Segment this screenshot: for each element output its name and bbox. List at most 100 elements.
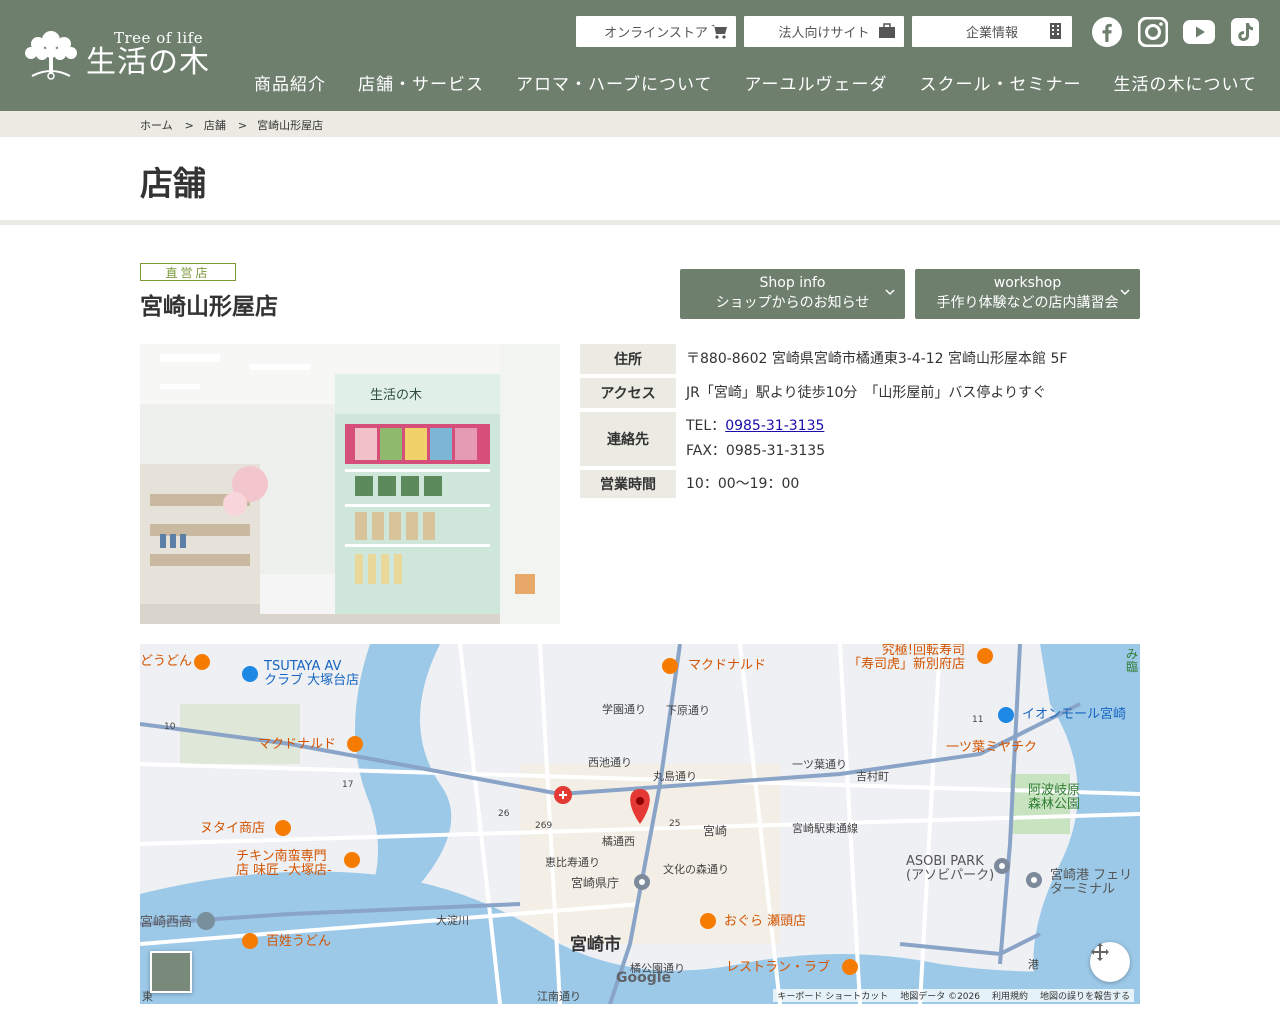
- map-label-yoshimura: 吉村町: [856, 770, 889, 783]
- map-label-chicken: チキン南蛮専門 店 味匠 -大塚店-: [236, 849, 332, 878]
- nav-stores-services[interactable]: 店舗・サービス: [358, 70, 484, 95]
- facebook-icon[interactable]: [1091, 16, 1123, 48]
- briefcase-icon: [879, 23, 895, 38]
- workshop-label-jp: 手作り体験などの店内講習会: [936, 295, 1119, 311]
- map-label-hyakusho: 百姓うどん: [266, 934, 332, 949]
- map-label-mcdonalds-left: マクドナルド: [258, 737, 337, 752]
- fax-value: FAX：0985-31-3135: [686, 443, 826, 459]
- map-label-rin: 臨: [1126, 660, 1139, 674]
- breadcrumb-home[interactable]: ホーム: [140, 117, 173, 133]
- road-shield-26: 26: [498, 809, 510, 819]
- map-label-miyazaki-nishi: 宮崎西高: [140, 915, 193, 930]
- building-icon: [1050, 23, 1061, 39]
- chevron-down-icon: [885, 289, 895, 296]
- tiktok-icon[interactable]: [1229, 16, 1261, 48]
- tree-logo-icon: [25, 31, 77, 80]
- page-title-band: 店舗: [0, 137, 1280, 225]
- youtube-icon[interactable]: [1183, 16, 1215, 48]
- report-error-link[interactable]: 地図の誤りを報告する: [1040, 989, 1130, 1002]
- map-label-shimohara: 下原通り: [666, 704, 710, 717]
- map-label-nishiike: 西池通り: [588, 756, 632, 769]
- corporate-site-link[interactable]: 法人向けサイト: [744, 16, 904, 47]
- shop-info-button[interactable]: Shop info ショップからのお知らせ: [680, 269, 905, 319]
- nav-about[interactable]: 生活の木について: [1113, 70, 1257, 95]
- map-label-eki-higashi: 宮崎駅東通線: [792, 822, 858, 835]
- shop-info-label-en: Shop info: [759, 275, 826, 291]
- site-header: Tree of life 生活の木 オンラインストア 法人向けサイト 企業情報: [0, 0, 1280, 111]
- shop-info-label-jp: ショップからのお知らせ: [715, 295, 870, 311]
- keyboard-shortcuts-link[interactable]: キーボード ショートカット: [777, 989, 888, 1002]
- map-label-nutai: ヌタイ商店: [200, 821, 266, 836]
- breadcrumb: ホーム > 店舗 > 宮崎山形屋店: [0, 111, 1280, 137]
- map-label-minato: 港: [1028, 958, 1039, 971]
- store-info-table: 住所 〒880-8602 宮崎県宮崎市橘通東3-4-12 宮崎山形屋本館 5F …: [580, 344, 1140, 502]
- store-type-badge: 直営店: [140, 263, 236, 281]
- map-label-bunka: 文化の森通り: [663, 863, 729, 876]
- instagram-icon[interactable]: [1137, 16, 1169, 48]
- road-shield-25: 25: [669, 819, 681, 829]
- info-row-address: 住所 〒880-8602 宮崎県宮崎市橘通東3-4-12 宮崎山形屋本館 5F: [580, 344, 1140, 374]
- main-nav: 商品紹介 店舗・サービス アロマ・ハーブについて アーユルヴェーダ スクール・セ…: [254, 70, 1257, 95]
- map-label-city: 宮崎市: [570, 935, 621, 955]
- map-label-anabae: 阿波岐原 森林公園: [1028, 783, 1081, 812]
- logo-name: 生活の木: [86, 45, 210, 80]
- map-label-station: 宮崎: [703, 824, 728, 838]
- nav-school-seminar[interactable]: スクール・セミナー: [919, 70, 1081, 95]
- map-label-mcdonalds-top: マクドナルド: [688, 658, 767, 673]
- company-info-label: 企業情報: [965, 26, 1018, 41]
- tel-link[interactable]: 0985-31-3135: [725, 418, 824, 434]
- social-links: [1091, 16, 1261, 48]
- road-shield-269: 269: [535, 821, 553, 831]
- page-title: 店舗: [140, 164, 206, 203]
- contact-label: 連絡先: [580, 412, 676, 466]
- corporate-site-label: 法人向けサイト: [778, 26, 870, 41]
- map-data-attribution: 地図データ ©2026: [900, 992, 980, 1002]
- company-info-link[interactable]: 企業情報: [912, 16, 1072, 47]
- store-photo: 生活の木: [140, 344, 560, 624]
- map-label-konan: 江南通り: [537, 990, 581, 1003]
- top-links: オンラインストア 法人向けサイト 企業情報: [576, 16, 1072, 47]
- info-row-access: アクセス JR「宮崎」駅より徒歩10分 「山形屋前」バス停よりすぐ: [580, 378, 1140, 408]
- info-row-hours: 営業時間 10：00～19：00: [580, 470, 1140, 498]
- map-label-ebisu: 恵比寿通り: [545, 856, 600, 869]
- access-label: アクセス: [580, 378, 676, 408]
- hours-value: 10：00～19：00: [686, 475, 800, 492]
- map-label-prefecture: 宮崎県庁: [571, 876, 620, 890]
- chevron-down-icon: [1120, 289, 1130, 296]
- map-label-udon: どうどん: [140, 654, 193, 669]
- road-shield-10: 10: [164, 722, 176, 732]
- online-store-link[interactable]: オンラインストア: [576, 16, 736, 47]
- satellite-toggle-button[interactable]: [150, 951, 192, 993]
- breadcrumb-stores[interactable]: 店舗: [204, 117, 226, 133]
- map-label-tsutaya: TSUTAYA AV クラブ 大塚台店: [264, 659, 360, 688]
- fullscreen-button[interactable]: [1090, 942, 1130, 982]
- map-canvas: [140, 644, 1140, 1004]
- road-shield-11: 11: [972, 715, 984, 725]
- map-label-marushima: 丸島通り: [653, 770, 697, 783]
- store-name: 宮崎山形屋店: [140, 294, 278, 320]
- map-label-oyodo: 大淀川: [436, 914, 469, 927]
- map-footer: キーボード ショートカット 地図データ ©2026 利用規約 地図の誤りを報告す…: [773, 989, 1134, 1002]
- terms-link[interactable]: 利用規約: [992, 989, 1028, 1002]
- nav-aroma-herb[interactable]: アロマ・ハーブについて: [516, 70, 712, 95]
- map-label-port: 宮崎港 フェリ ターミナル: [1050, 868, 1133, 897]
- breadcrumb-separator: >: [237, 118, 248, 132]
- cart-icon: [711, 25, 727, 39]
- workshop-button[interactable]: workshop 手作り体験などの店内講習会: [915, 269, 1140, 319]
- address-value: 〒880-8602 宮崎県宮崎市橘通東3-4-12 宮崎山形屋本館 5F: [686, 350, 1068, 367]
- map-label-gakuen: 学園通り: [602, 703, 646, 716]
- road-shield-17: 17: [342, 780, 354, 790]
- site-logo[interactable]: Tree of life 生活の木: [22, 24, 232, 84]
- photo-sign: 生活の木: [370, 388, 422, 403]
- access-value: JR「宮崎」駅より徒歩10分 「山形屋前」バス停よりすぐ: [686, 384, 1047, 401]
- google-logo: Google: [616, 970, 672, 986]
- nav-products[interactable]: 商品紹介: [254, 70, 326, 95]
- store-map[interactable]: どうどん TSUTAYA AV クラブ 大塚台店 マクドナルド 究極!回転寿司 …: [140, 644, 1140, 1004]
- hours-label: 営業時間: [580, 470, 676, 498]
- nav-ayurveda[interactable]: アーユルヴェーダ: [744, 70, 887, 95]
- tel-prefix: TEL：: [686, 418, 726, 434]
- map-label-sushi: 究極!回転寿司 「寿司虎」新別府店: [848, 644, 966, 672]
- info-row-contact: 連絡先 TEL：0985-31-3135 FAX：0985-31-3135: [580, 412, 1140, 466]
- map-label-tachibana: 橘通西: [602, 835, 635, 848]
- map-label-mitsuba: 一ツ葉ミヤチク: [946, 740, 1038, 755]
